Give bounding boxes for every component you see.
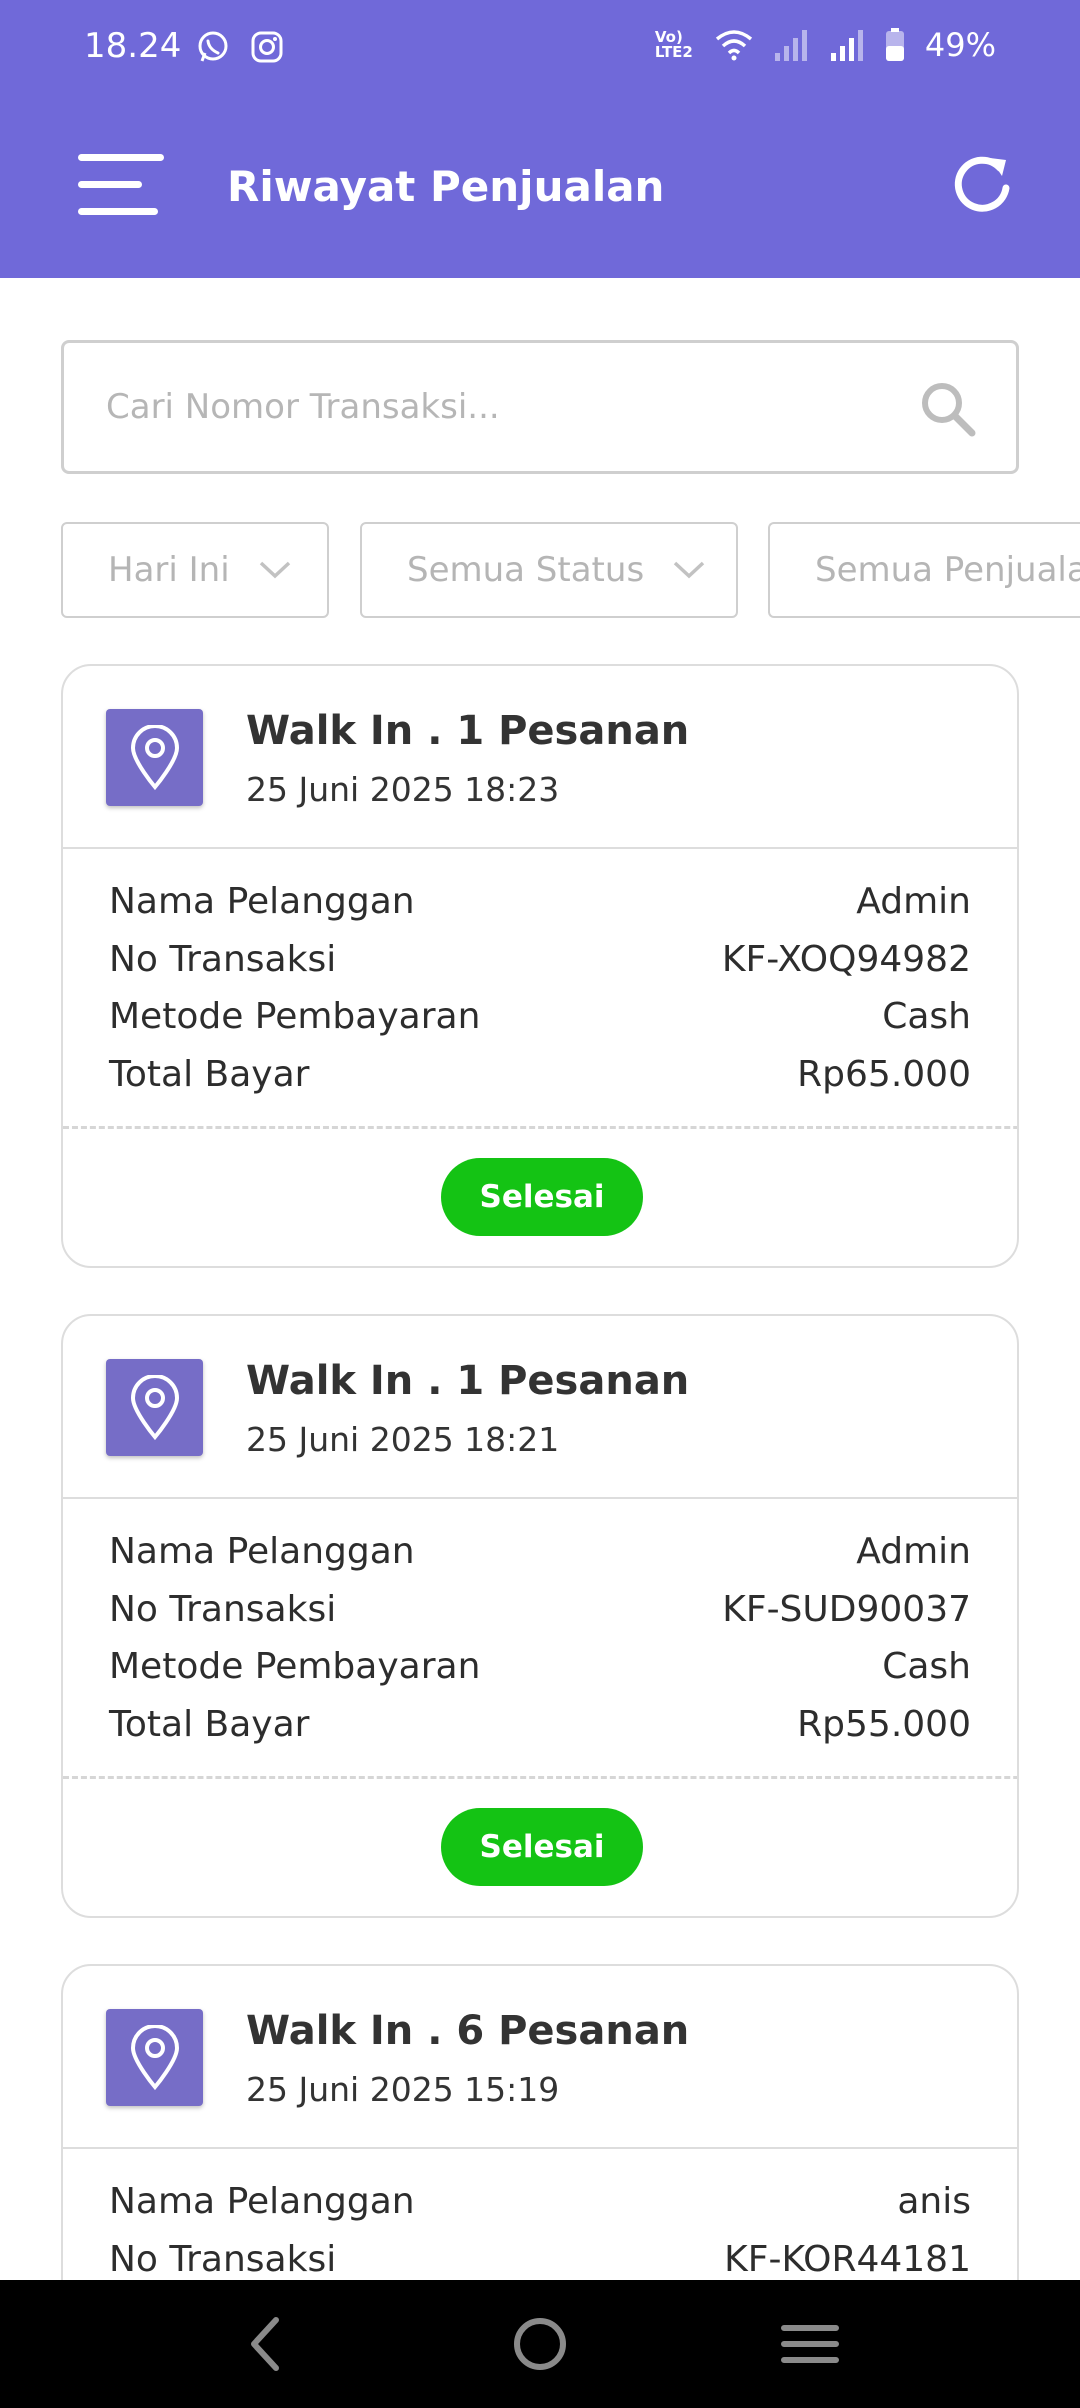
order-title: Walk In . 6 Pesanan [246,2008,690,2054]
value-payment: Cash [882,1646,971,1687]
chevron-down-icon [259,561,290,579]
detail-row-transaction: No Transaksi KF-SUD90037 [109,1581,971,1639]
detail-row-total: Total Bayar Rp55.000 [109,1696,971,1754]
battery-icon [885,28,904,61]
status-bar: 18.24 Vo) LTE2 49% [0,0,1080,96]
filter-status[interactable]: Semua Status [360,522,738,618]
value-payment: Cash [882,996,971,1037]
search-icon[interactable] [920,381,976,437]
status-badge[interactable]: Selesai [441,1808,643,1886]
value-customer: anis [897,2181,971,2222]
location-icon [106,1359,203,1456]
value-transaction: KF-XOQ94982 [721,938,971,980]
back-icon[interactable] [230,2310,310,2378]
detail-row-customer: Nama Pelanggan anis [109,2173,971,2231]
status-indicators: Vo) LTE2 49% [655,26,996,64]
signal-icon [830,30,863,61]
status-badge[interactable]: Selesai [441,1158,643,1236]
home-icon[interactable] [500,2310,580,2378]
order-card-header: Walk In . 1 Pesanan 25 Juni 2025 18:23 [63,666,1017,849]
value-customer: Admin [856,881,971,922]
volte-icon: Vo) LTE2 [654,28,693,61]
label-total: Total Bayar [109,1703,310,1745]
order-details: Nama Pelanggan Admin No Transaksi KF-XOQ… [63,849,1017,1103]
page-title: Riwayat Penjualan [227,162,665,211]
menu-button[interactable] [78,154,164,216]
filter-sales[interactable]: Semua Penjualan [768,522,1080,618]
system-nav-bar [0,2280,1080,2408]
label-customer: Nama Pelanggan [109,2181,415,2222]
label-customer: Nama Pelanggan [109,881,415,922]
chevron-down-icon [673,561,705,579]
detail-row-customer: Nama Pelanggan Admin [109,1523,971,1581]
battery-percent: 49% [924,26,996,64]
search-box [61,340,1019,474]
detail-row-payment: Metode Pembayaran Cash [109,1638,971,1696]
label-customer: Nama Pelanggan [109,1531,415,1572]
divider [63,1126,1017,1129]
order-title: Walk In . 1 Pesanan [246,708,690,754]
instagram-icon [251,31,283,63]
order-card-header: Walk In . 1 Pesanan 25 Juni 2025 18:21 [63,1316,1017,1499]
value-transaction: KF-SUD90037 [722,1588,971,1630]
order-date: 25 Juni 2025 15:19 [246,2070,560,2109]
label-payment: Metode Pembayaran [109,996,481,1037]
detail-row-customer: Nama Pelanggan Admin [109,873,971,931]
order-details: Nama Pelanggan Admin No Transaksi KF-SUD… [63,1499,1017,1753]
search-input[interactable] [106,343,906,471]
order-card[interactable]: Walk In . 1 Pesanan 25 Juni 2025 18:21 N… [61,1314,1019,1918]
order-card-header: Walk In . 6 Pesanan 25 Juni 2025 15:19 [63,1966,1017,2149]
refresh-icon [954,156,1010,212]
detail-row-transaction: No Transaksi KF-XOQ94982 [109,931,971,989]
location-icon [106,2009,203,2106]
filter-date-label: Hari Ini [108,550,230,590]
value-total: Rp55.000 [797,1703,971,1745]
label-payment: Metode Pembayaran [109,1646,481,1687]
value-customer: Admin [856,1531,971,1572]
whatsapp-icon [198,31,228,62]
label-transaction: No Transaksi [109,1588,337,1630]
order-card[interactable]: Walk In . 1 Pesanan 25 Juni 2025 18:23 N… [61,664,1019,1268]
filter-date[interactable]: Hari Ini [61,522,329,618]
location-icon [106,709,203,806]
app-bar: Riwayat Penjualan [0,96,1080,278]
signal-icon [774,30,807,61]
status-time: 18.24 [84,26,182,66]
filter-status-label: Semua Status [407,550,645,590]
order-date: 25 Juni 2025 18:21 [246,1420,560,1459]
detail-row-payment: Metode Pembayaran Cash [109,988,971,1046]
refresh-button[interactable] [950,152,1014,216]
filter-sales-label: Semua Penjualan [815,550,1080,590]
detail-row-total: Total Bayar Rp65.000 [109,1046,971,1104]
divider [63,1776,1017,1779]
order-title: Walk In . 1 Pesanan [246,1358,690,1404]
order-date: 25 Juni 2025 18:23 [246,770,560,809]
order-details: Nama Pelanggan anis No Transaksi KF-KOR4… [63,2149,1017,2288]
wifi-icon [715,30,752,61]
value-total: Rp65.000 [797,1053,971,1095]
recents-icon[interactable] [770,2310,850,2378]
label-transaction: No Transaksi [109,938,337,980]
label-total: Total Bayar [109,1053,310,1095]
